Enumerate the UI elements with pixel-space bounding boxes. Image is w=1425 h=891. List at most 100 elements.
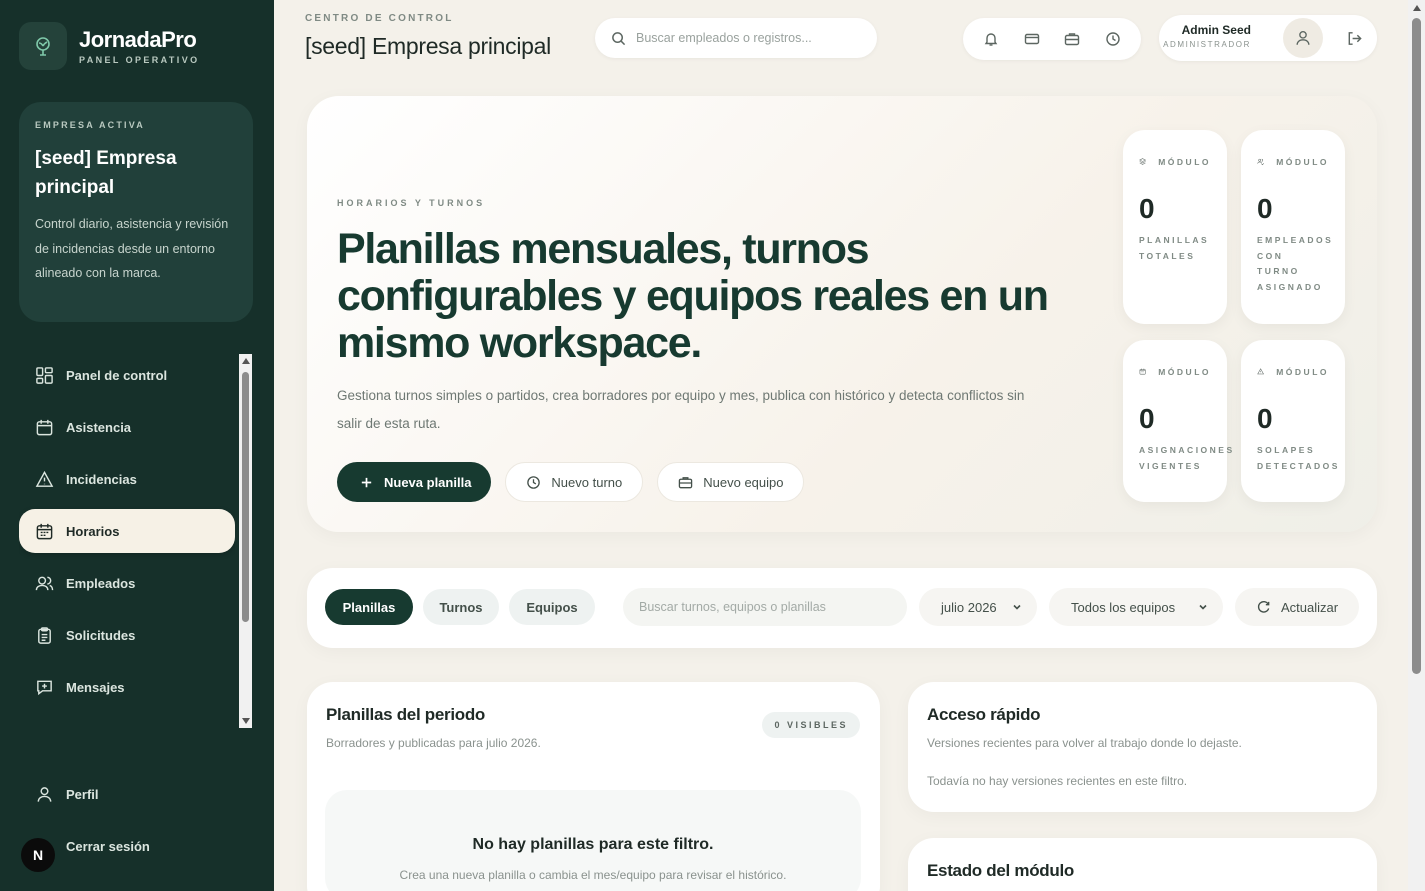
warning-icon xyxy=(35,470,54,487)
sidebar-item-mensajes[interactable]: Mensajes xyxy=(19,665,235,709)
sidebar-item-label: Cerrar sesión xyxy=(66,838,150,854)
new-equipo-button[interactable]: Nuevo equipo xyxy=(657,462,805,502)
search-icon xyxy=(612,31,626,45)
stat-value: 0 xyxy=(1139,193,1155,224)
stat-asignaciones-vigentes: MÓDULO 0 ASIGNACIONES VIGENTES xyxy=(1123,340,1235,502)
filter-bar: Planillas Turnos Equipos julio 2026 Todo… xyxy=(307,568,1377,648)
tab-turnos[interactable]: Turnos xyxy=(423,589,499,625)
hero-section: HORARIOS Y TURNOS Planillas mensuales, t… xyxy=(307,96,1377,532)
sidebar-item-panel-de-control[interactable]: Panel de control xyxy=(19,353,235,397)
warning-icon xyxy=(1257,368,1264,375)
panel-title: Acceso rápido xyxy=(927,705,1041,724)
filter-search-input[interactable] xyxy=(623,588,907,626)
sidebar-item-label: Mensajes xyxy=(66,679,125,695)
sidebar-item-label: Horarios xyxy=(66,523,120,539)
refresh-button[interactable]: Actualizar xyxy=(1235,588,1359,626)
plus-icon xyxy=(361,477,372,487)
stat-label: ASIGNACIONES VIGENTES xyxy=(1139,445,1235,471)
stat-value: 0 xyxy=(1257,193,1273,224)
chevron-down-icon xyxy=(1013,604,1021,610)
sidebar-scrollbar[interactable] xyxy=(239,354,252,728)
next-badge[interactable]: N xyxy=(21,838,55,872)
stat-label: EMPLEADOS CON TURNO ASIGNADO xyxy=(1257,235,1334,292)
logout-button[interactable] xyxy=(1339,23,1369,53)
tab-equipos[interactable]: Equipos xyxy=(509,589,595,625)
sidebar-item-empleados[interactable]: Empleados xyxy=(19,561,235,605)
new-equipo-label: Nuevo equipo xyxy=(703,474,784,490)
scroll-up-icon[interactable] xyxy=(239,354,252,368)
sidebar-item-solicitudes[interactable]: Solicitudes xyxy=(19,613,235,657)
chevron-down-icon xyxy=(1199,604,1207,610)
sidebar-item-horarios[interactable]: Horarios xyxy=(19,509,235,553)
card-button[interactable] xyxy=(1015,22,1049,56)
new-turno-button[interactable]: Nuevo turno xyxy=(505,462,644,502)
panel-note: Todavía no hay versiones recientes en es… xyxy=(927,774,1188,788)
sidebar-item-label: Panel de control xyxy=(66,367,168,383)
users-icon xyxy=(35,576,54,590)
scroll-down-icon[interactable] xyxy=(239,714,252,728)
new-planilla-label: Nueva planilla xyxy=(384,474,472,490)
sidebar-item-cerrar-sesion[interactable]: Cerrar sesión xyxy=(19,824,253,868)
refresh-icon xyxy=(1257,600,1270,613)
sidebar-item-label: Solicitudes xyxy=(66,627,136,643)
sidebar: JornadaPro PANEL OPERATIVO EMPRESA ACTIV… xyxy=(0,0,274,891)
card-icon xyxy=(1024,33,1039,45)
company-name: [seed] Empresa principal xyxy=(35,148,177,198)
sidebar-item-incidencias[interactable]: Incidencias xyxy=(19,457,235,501)
user-menu[interactable]: Admin Seed ADMINISTRADOR xyxy=(1159,15,1377,61)
notifications-button[interactable] xyxy=(974,22,1008,56)
briefcase-button[interactable] xyxy=(1055,22,1089,56)
search-input[interactable] xyxy=(636,31,856,45)
clock-icon xyxy=(1106,32,1120,46)
main-scrollbar[interactable] xyxy=(1408,0,1425,891)
empty-state: No hay planillas para este filtro. Crea … xyxy=(325,790,861,891)
month-select-value: julio 2026 xyxy=(941,599,997,615)
hero-description: Gestiona turnos simples o partidos, crea… xyxy=(337,388,1025,431)
brand-name: JornadaPro xyxy=(79,27,197,52)
empty-state-title: No hay planillas para este filtro. xyxy=(472,836,714,853)
panel-title: Estado del módulo xyxy=(927,861,1074,880)
team-select-value: Todos los equipos xyxy=(1071,599,1176,615)
company-kicker: EMPRESA ACTIVA xyxy=(35,120,145,130)
briefcase-icon xyxy=(1065,33,1080,46)
planillas-panel: Planillas del periodo Borradores y publi… xyxy=(307,682,880,891)
dashboard-icon xyxy=(36,366,53,384)
main-scroll-thumb[interactable] xyxy=(1412,18,1421,674)
month-select[interactable]: julio 2026 xyxy=(919,588,1037,626)
stat-solapes-detectados: MÓDULO 0 SOLAPES DETECTADOS xyxy=(1241,340,1345,502)
topbar-icon-group xyxy=(963,18,1141,60)
topbar: CENTRO DE CONTROL [seed] Empresa princip… xyxy=(274,0,1408,76)
module-status-panel: Estado del módulo xyxy=(908,838,1377,891)
sidebar-item-label: Asistencia xyxy=(66,419,132,435)
panel-title: Planillas del periodo xyxy=(326,705,486,724)
scroll-up-icon[interactable] xyxy=(1408,0,1425,16)
company-description: Control diario, asistencia y revisión de… xyxy=(35,217,229,280)
clock-button[interactable] xyxy=(1096,22,1130,56)
team-select[interactable]: Todos los equipos xyxy=(1049,588,1223,626)
sidebar-scroll-thumb[interactable] xyxy=(242,372,249,622)
hero-actions: Nueva planilla Nuevo turno Nuevo equipo xyxy=(337,462,805,502)
sidebar-item-asistencia[interactable]: Asistencia xyxy=(19,405,235,449)
briefcase-icon xyxy=(679,476,693,488)
page-title: [seed] Empresa principal xyxy=(305,33,551,59)
stat-value: 0 xyxy=(1257,403,1273,434)
logout-icon xyxy=(1348,31,1362,45)
sidebar-item-more[interactable] xyxy=(19,717,235,728)
user-icon xyxy=(37,786,52,802)
sidebar-item-perfil[interactable]: Perfil xyxy=(19,772,253,816)
stat-kicker: MÓDULO xyxy=(1158,366,1211,377)
stat-planillas-totales: MÓDULO 0 PLANILLAS TOTALES xyxy=(1123,130,1227,324)
clipboard-icon xyxy=(38,626,51,644)
users-check-icon xyxy=(1257,158,1265,166)
new-planilla-button[interactable]: Nueva planilla xyxy=(337,462,492,502)
clock-icon xyxy=(527,475,541,489)
stat-label: SOLAPES DETECTADOS xyxy=(1257,445,1340,471)
stat-kicker: MÓDULO xyxy=(1276,156,1329,167)
global-search[interactable] xyxy=(595,18,877,58)
calendar-grid-icon xyxy=(36,523,53,539)
avatar[interactable] xyxy=(1283,18,1323,58)
brand[interactable]: JornadaPro PANEL OPERATIVO xyxy=(19,22,200,70)
stat-kicker: MÓDULO xyxy=(1276,366,1329,377)
tab-planillas[interactable]: Planillas xyxy=(325,589,413,625)
sidebar-bottom-nav: Perfil Cerrar sesión N xyxy=(19,772,253,876)
